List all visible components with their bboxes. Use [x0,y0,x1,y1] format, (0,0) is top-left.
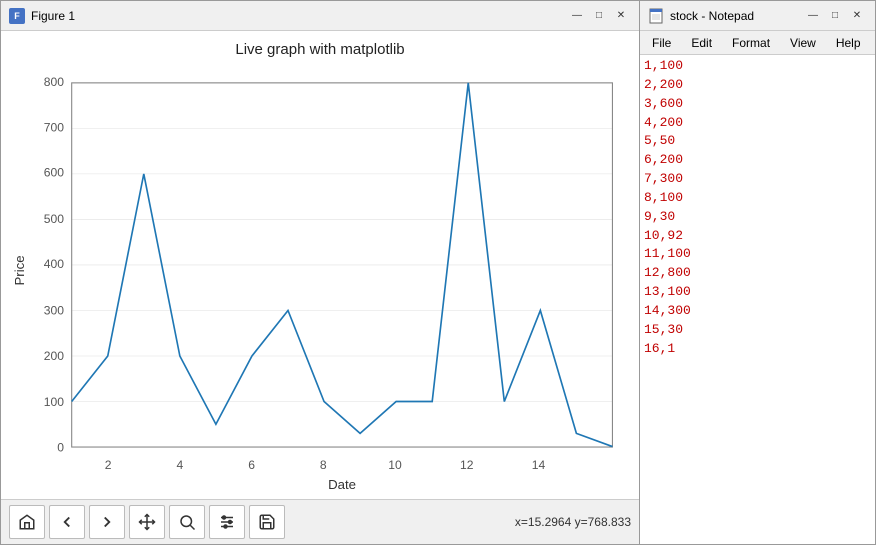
list-item: 15,30 [644,321,871,340]
svg-text:100: 100 [44,395,64,409]
figure-title: Figure 1 [31,9,75,23]
list-item: 11,100 [644,245,871,264]
svg-text:600: 600 [44,166,64,180]
svg-text:Price: Price [12,255,27,285]
figure-title-left: F Figure 1 [9,8,75,24]
save-button[interactable] [249,505,285,539]
svg-text:Date: Date [328,477,356,492]
figure-titlebar: F Figure 1 — □ ✕ [1,1,639,31]
adjust-button[interactable] [209,505,245,539]
forward-button[interactable] [89,505,125,539]
list-item: 7,300 [644,170,871,189]
svg-text:8: 8 [320,458,327,472]
svg-text:800: 800 [44,75,64,89]
pan-button[interactable] [129,505,165,539]
menu-edit[interactable]: Edit [683,34,720,52]
svg-text:10: 10 [388,458,402,472]
figure-toolbar: x=15.2964 y=768.833 [1,499,639,544]
notepad-menubar: File Edit Format View Help [640,31,875,55]
chart-container: 0 100 200 300 400 500 600 700 800 2 4 6 … [11,64,629,499]
svg-text:14: 14 [532,458,546,472]
svg-text:0: 0 [57,440,64,454]
svg-text:700: 700 [44,120,64,134]
chart-svg: 0 100 200 300 400 500 600 700 800 2 4 6 … [11,64,629,499]
svg-text:400: 400 [44,257,64,271]
notepad-maximize-button[interactable]: □ [825,8,845,24]
chart-title: Live graph with matplotlib [235,41,404,58]
menu-help[interactable]: Help [828,34,869,52]
notepad-titlebar: stock - Notepad — □ ✕ [640,1,875,31]
toolbar-left [9,505,285,539]
list-item: 1,100 [644,57,871,76]
figure-icon: F [9,8,25,24]
toolbar-coords: x=15.2964 y=768.833 [515,515,631,529]
svg-text:2: 2 [105,458,112,472]
svg-text:300: 300 [44,304,64,318]
maximize-button[interactable]: □ [589,8,609,24]
figure-window: F Figure 1 — □ ✕ Live graph with matplot… [0,0,640,545]
list-item: 5,50 [644,132,871,151]
list-item: 8,100 [644,189,871,208]
notepad-app-icon [648,8,664,24]
menu-format[interactable]: Format [724,34,778,52]
close-button[interactable]: ✕ [611,8,631,24]
list-item: 2,200 [644,76,871,95]
menu-file[interactable]: File [644,34,679,52]
notepad-close-button[interactable]: ✕ [847,8,867,24]
notepad-minimize-button[interactable]: — [803,8,823,24]
svg-text:200: 200 [44,349,64,363]
list-item: 9,30 [644,208,871,227]
list-item: 12,800 [644,264,871,283]
back-button[interactable] [49,505,85,539]
list-item: 16,1 [644,340,871,359]
figure-title-controls: — □ ✕ [567,8,631,24]
list-item: 4,200 [644,114,871,133]
menu-view[interactable]: View [782,34,824,52]
list-item: 10,92 [644,227,871,246]
notepad-content[interactable]: 1,1002,2003,6004,2005,506,2007,3008,1009… [640,55,875,544]
list-item: 3,600 [644,95,871,114]
zoom-button[interactable] [169,505,205,539]
list-item: 14,300 [644,302,871,321]
minimize-button[interactable]: — [567,8,587,24]
svg-text:500: 500 [44,212,64,226]
svg-text:6: 6 [248,458,255,472]
notepad-title-controls: — □ ✕ [803,8,867,24]
chart-area: Live graph with matplotlib 0 100 200 [1,31,639,499]
notepad-window: stock - Notepad — □ ✕ File Edit Format V… [640,0,876,545]
svg-text:12: 12 [460,458,474,472]
home-button[interactable] [9,505,45,539]
notepad-title-left: stock - Notepad [648,8,754,24]
svg-text:4: 4 [176,458,183,472]
list-item: 13,100 [644,283,871,302]
notepad-title: stock - Notepad [670,9,754,23]
coord-display: x=15.2964 y=768.833 [515,515,631,529]
list-item: 6,200 [644,151,871,170]
